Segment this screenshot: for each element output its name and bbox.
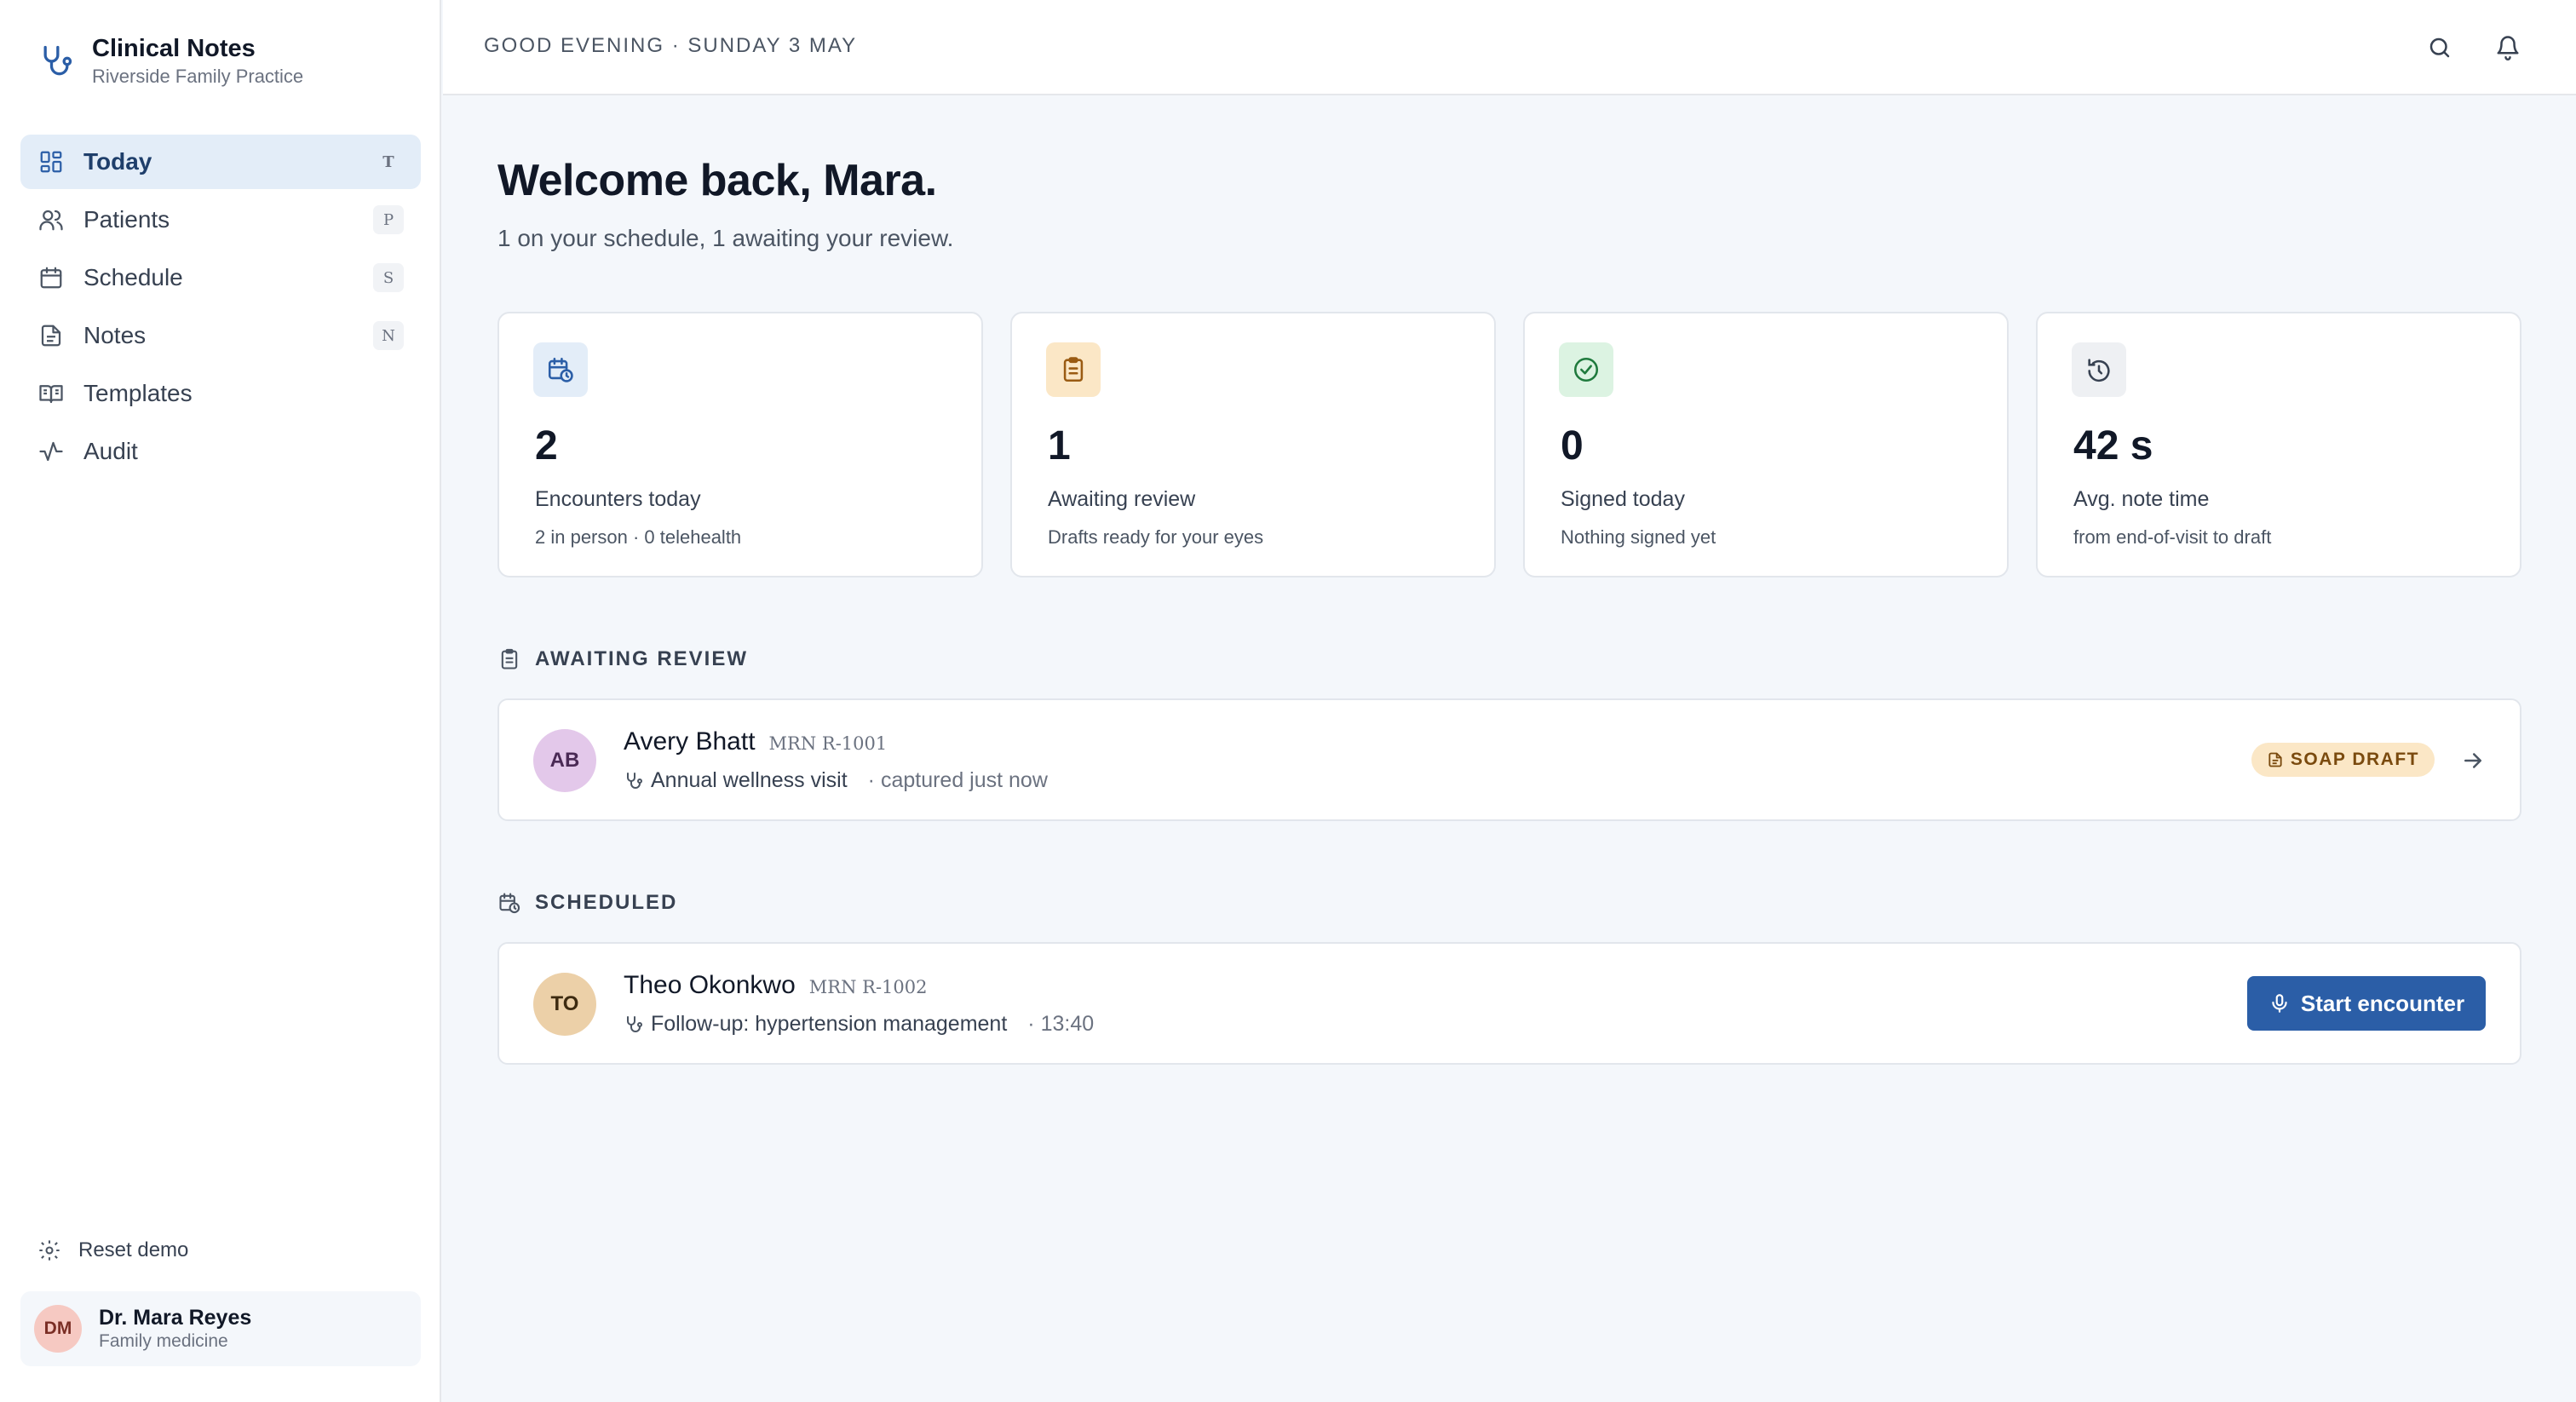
- visit-info: Annual wellness visit · captured just no…: [624, 768, 1048, 793]
- scheduled-row[interactable]: TO Theo Okonkwo MRN R-1002 Follow-up: hy…: [497, 942, 2521, 1065]
- sidebar: Clinical Notes Riverside Family Practice…: [0, 0, 441, 1402]
- patient-name: Avery Bhatt MRN R-1001: [624, 727, 887, 756]
- stethoscope-icon: [627, 1015, 642, 1032]
- patient-mrn: MRN R-1001: [768, 733, 888, 754]
- sidebar-item-today[interactable]: Today T: [20, 135, 421, 189]
- timer-icon: [2072, 342, 2126, 397]
- badge-label: SOAP DRAFT: [2290, 750, 2419, 769]
- start-encounter-button[interactable]: Start encounter: [2247, 976, 2486, 1031]
- search-icon: [2429, 37, 2450, 58]
- document-icon: [37, 322, 65, 349]
- stat-card-awaiting-review: 1 Awaiting review Drafts ready for your …: [1010, 312, 1496, 577]
- stat-cards: 2 Encounters today 2 in person · 0 teleh…: [497, 312, 2521, 577]
- stat-card-note-time: 42 s Avg. note time from end-of-visit to…: [2036, 312, 2521, 577]
- bell-icon: [2497, 36, 2519, 60]
- section-title: SCHEDULED: [535, 891, 678, 914]
- stat-detail: Nothing signed yet: [1561, 526, 1716, 548]
- calendar-icon: [37, 264, 65, 291]
- greeting: GOOD EVENING · SUNDAY 3 MAY: [484, 34, 858, 57]
- stethoscope-icon: [627, 772, 642, 789]
- start-encounter-label: Start encounter: [2300, 990, 2465, 1016]
- book-icon: [37, 380, 65, 407]
- avatar: TO: [533, 973, 596, 1036]
- stat-value: 0: [1561, 423, 1584, 468]
- gear-icon: [39, 1240, 60, 1261]
- check-circle-icon: [1559, 342, 1613, 397]
- activity-icon: [37, 438, 65, 465]
- topbar: GOOD EVENING · SUNDAY 3 MAY: [443, 0, 2576, 95]
- arrow-right-icon[interactable]: [2460, 748, 2486, 773]
- stat-label: Signed today: [1561, 487, 1685, 511]
- calendar-clock-icon: [533, 342, 588, 397]
- user-name: Dr. Mara Reyes: [99, 1306, 252, 1330]
- user-profile[interactable]: DM Dr. Mara Reyes Family medicine: [20, 1291, 421, 1366]
- document-icon: [2268, 752, 2282, 767]
- awaiting-review-row[interactable]: AB Avery Bhatt MRN R-1001 Annual wellnes…: [497, 698, 2521, 821]
- stat-value: 1: [1048, 423, 1071, 468]
- practice-name: Riverside Family Practice: [92, 66, 304, 87]
- patient-name-text: Theo Okonkwo: [624, 971, 796, 999]
- sidebar-item-label: Templates: [83, 380, 193, 406]
- shortcut-key: T: [382, 152, 394, 171]
- sidebar-item-audit[interactable]: Audit: [20, 424, 421, 479]
- stat-label: Avg. note time: [2073, 487, 2210, 511]
- sidebar-item-label: Patients: [83, 206, 170, 233]
- sidebar-item-label: Audit: [83, 438, 138, 464]
- brand: Clinical Notes Riverside Family Practice: [37, 32, 303, 89]
- status-badge: SOAP DRAFT: [2251, 743, 2435, 777]
- notifications-button[interactable]: [2491, 31, 2525, 65]
- search-button[interactable]: [2423, 31, 2457, 65]
- capture-time: · captured just now: [867, 768, 1048, 792]
- schedule-summary: 1 on your schedule, 1 awaiting your revi…: [497, 225, 954, 251]
- app-title: Clinical Notes: [92, 35, 256, 62]
- sidebar-nav: Today T Patients P Schedule S Notes N Te…: [20, 135, 421, 482]
- dashboard-icon: [37, 148, 65, 175]
- sidebar-item-templates[interactable]: Templates: [20, 366, 421, 421]
- shortcut-key: N: [373, 321, 404, 350]
- sidebar-item-label: Schedule: [83, 264, 183, 290]
- page-title: Welcome back, Mara.: [497, 156, 937, 205]
- sidebar-item-patients[interactable]: Patients P: [20, 192, 421, 247]
- sidebar-item-label: Notes: [83, 322, 147, 348]
- appointment-time: · 13:40: [1027, 1012, 1095, 1036]
- stat-detail: from end-of-visit to draft: [2073, 526, 2272, 548]
- stat-value: 42 s: [2073, 423, 2153, 468]
- visit-type: Annual wellness visit: [651, 768, 848, 792]
- awaiting-review-heading: AWAITING REVIEW: [497, 647, 748, 671]
- stat-detail: 2 in person · 0 telehealth: [535, 526, 742, 548]
- visit-info: Follow-up: hypertension management · 13:…: [624, 1012, 1094, 1037]
- stat-label: Awaiting review: [1048, 487, 1196, 511]
- sidebar-item-notes[interactable]: Notes N: [20, 308, 421, 363]
- stat-value: 2: [535, 423, 558, 468]
- reset-demo-button[interactable]: Reset demo: [37, 1238, 188, 1262]
- stat-detail: Drafts ready for your eyes: [1048, 526, 1264, 548]
- avatar: DM: [34, 1305, 82, 1353]
- users-icon: [37, 206, 65, 233]
- patient-mrn: MRN R-1002: [808, 977, 928, 997]
- stat-label: Encounters today: [535, 487, 701, 511]
- avatar: AB: [533, 729, 596, 792]
- microphone-icon: [2272, 994, 2287, 1013]
- patient-name: Theo Okonkwo MRN R-1002: [624, 971, 928, 1000]
- scheduled-heading: SCHEDULED: [497, 891, 677, 915]
- sidebar-item-label: Today: [83, 148, 152, 175]
- clipboard-icon: [501, 648, 518, 669]
- section-title: AWAITING REVIEW: [535, 647, 749, 670]
- stethoscope-icon: [43, 45, 72, 76]
- stat-card-signed: 0 Signed today Nothing signed yet: [1523, 312, 2009, 577]
- visit-type: Follow-up: hypertension management: [651, 1012, 1008, 1036]
- calendar-clock-icon: [499, 893, 520, 914]
- user-role: Family medicine: [99, 1331, 228, 1351]
- sidebar-item-schedule[interactable]: Schedule S: [20, 250, 421, 305]
- reset-demo-label: Reset demo: [78, 1238, 189, 1261]
- shortcut-key: S: [373, 263, 404, 292]
- stat-card-encounters: 2 Encounters today 2 in person · 0 teleh…: [497, 312, 983, 577]
- clipboard-icon: [1046, 342, 1101, 397]
- patient-name-text: Avery Bhatt: [624, 727, 756, 756]
- shortcut-key: P: [373, 205, 404, 234]
